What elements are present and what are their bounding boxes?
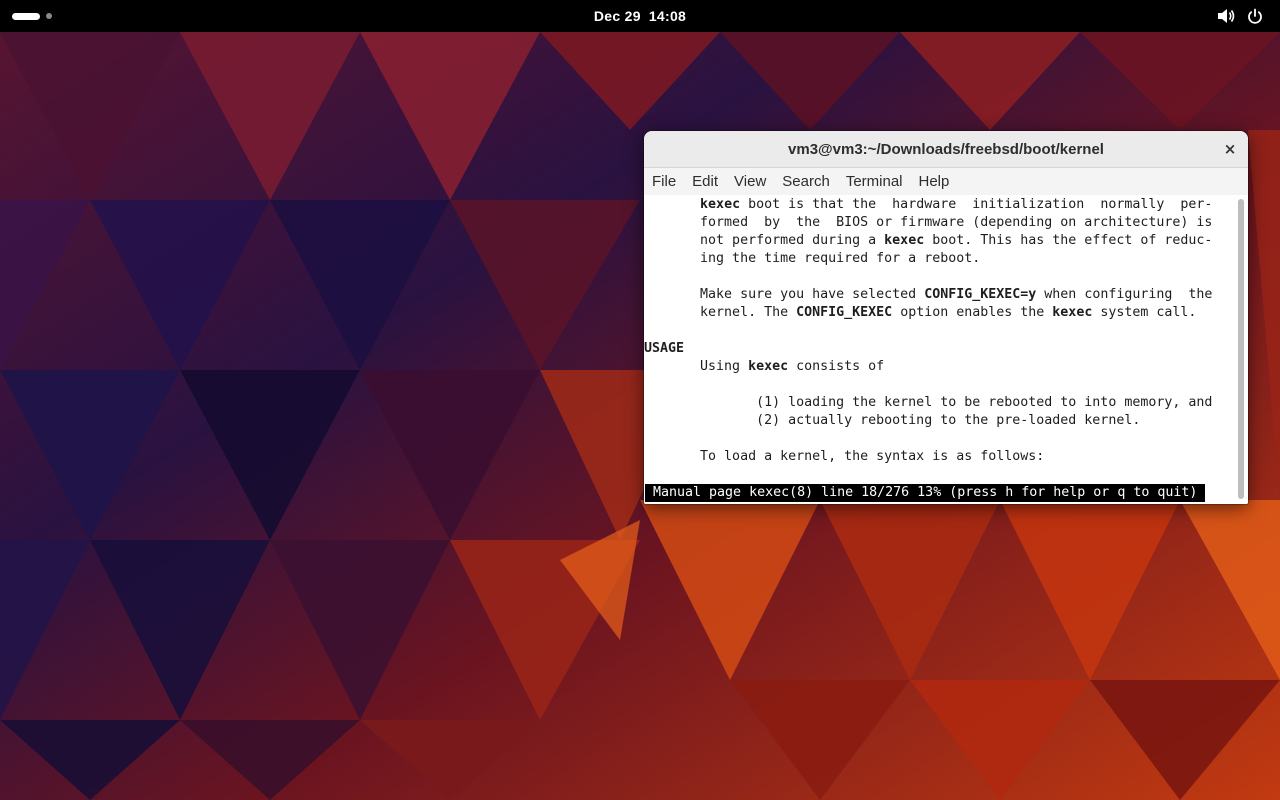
window-title: vm3@vm3:~/Downloads/freebsd/boot/kernel — [788, 140, 1104, 158]
bold-text: kexec — [1052, 305, 1093, 320]
bold-text: USAGE — [644, 341, 685, 356]
text-run: system call. — [1092, 305, 1197, 320]
terminal-line: kernel. The CONFIG_KEXEC option enables … — [644, 304, 1196, 322]
pager-status-line: Manual page kexec(8) line 18/276 13% (pr… — [645, 484, 1206, 502]
terminal-line: USAGE — [644, 340, 684, 358]
terminal-window[interactable]: vm3@vm3:~/Downloads/freebsd/boot/kernel … — [644, 131, 1248, 504]
power-icon[interactable] — [1245, 6, 1265, 26]
terminal-line: not performed during a kexec boot. This … — [644, 232, 1212, 250]
menu-file[interactable]: File — [644, 168, 684, 195]
date-time-button[interactable]: Dec 29 14:08 — [540, 0, 740, 32]
bold-text: kexec — [700, 197, 741, 212]
scrollbar[interactable] — [1234, 195, 1248, 504]
menu-help[interactable]: Help — [911, 168, 958, 195]
text-run: formed by the BIOS or firmware (dependin… — [644, 215, 1213, 230]
workspace-indicator — [46, 13, 52, 19]
date-label: Dec 29 — [593, 8, 641, 24]
menu-bar: File Edit View Search Terminal Help — [644, 168, 1248, 195]
text-run: Using — [644, 359, 749, 374]
menu-terminal[interactable]: Terminal — [838, 168, 911, 195]
window-titlebar[interactable]: vm3@vm3:~/Downloads/freebsd/boot/kernel … — [644, 131, 1248, 168]
terminal-line: formed by the BIOS or firmware (dependin… — [644, 214, 1212, 232]
text-run — [644, 197, 700, 212]
time-label: 14:08 — [648, 8, 687, 24]
text-run: consists of — [788, 359, 885, 374]
text-run: kernel. The — [644, 305, 797, 320]
terminal-line: kexec boot is that the hardware initiali… — [644, 196, 1212, 214]
terminal-output[interactable]: kexec boot is that the hardware initiali… — [644, 195, 1234, 504]
text-run: (2) actually rebooting to the pre-loaded… — [644, 413, 1141, 428]
activities-button[interactable] — [12, 8, 60, 24]
bold-text: kexec — [748, 359, 789, 374]
text-run: not performed during a — [644, 233, 885, 248]
top-bar: Dec 29 14:08 — [0, 0, 1280, 32]
terminal-line: Using kexec consists of — [644, 358, 884, 376]
speaker-icon[interactable] — [1216, 6, 1236, 26]
text-run: To load a kernel, the syntax is as follo… — [644, 449, 1045, 464]
terminal-line: (2) actually rebooting to the pre-loaded… — [644, 412, 1140, 430]
bold-text: CONFIG_KEXEC=y — [924, 287, 1037, 302]
terminal-line: To load a kernel, the syntax is as follo… — [644, 448, 1044, 466]
menu-view[interactable]: View — [726, 168, 774, 195]
text-run: Make sure you have selected — [644, 287, 925, 302]
terminal-line: ing the time required for a reboot. — [644, 250, 980, 268]
active-workspace-indicator — [12, 12, 40, 20]
text-run: ing the time required for a reboot. — [644, 251, 981, 266]
menu-search[interactable]: Search — [774, 168, 838, 195]
scrollbar-thumb[interactable] — [1238, 199, 1244, 499]
menu-edit[interactable]: Edit — [684, 168, 726, 195]
bold-text: CONFIG_KEXEC — [796, 305, 893, 320]
terminal-line: (1) loading the kernel to be rebooted to… — [644, 394, 1212, 412]
text-run: when configuring the — [1036, 287, 1213, 302]
text-run: option enables the — [892, 305, 1053, 320]
text-run: boot is that the hardware initialization… — [740, 197, 1213, 212]
close-button[interactable]: × — [1218, 137, 1242, 161]
bold-text: kexec — [884, 233, 925, 248]
text-run: boot. This has the effect of reduc- — [924, 233, 1213, 248]
terminal-line: Make sure you have selected CONFIG_KEXEC… — [644, 286, 1212, 304]
text-run: (1) loading the kernel to be rebooted to… — [644, 395, 1213, 410]
close-icon: × — [1223, 140, 1237, 158]
